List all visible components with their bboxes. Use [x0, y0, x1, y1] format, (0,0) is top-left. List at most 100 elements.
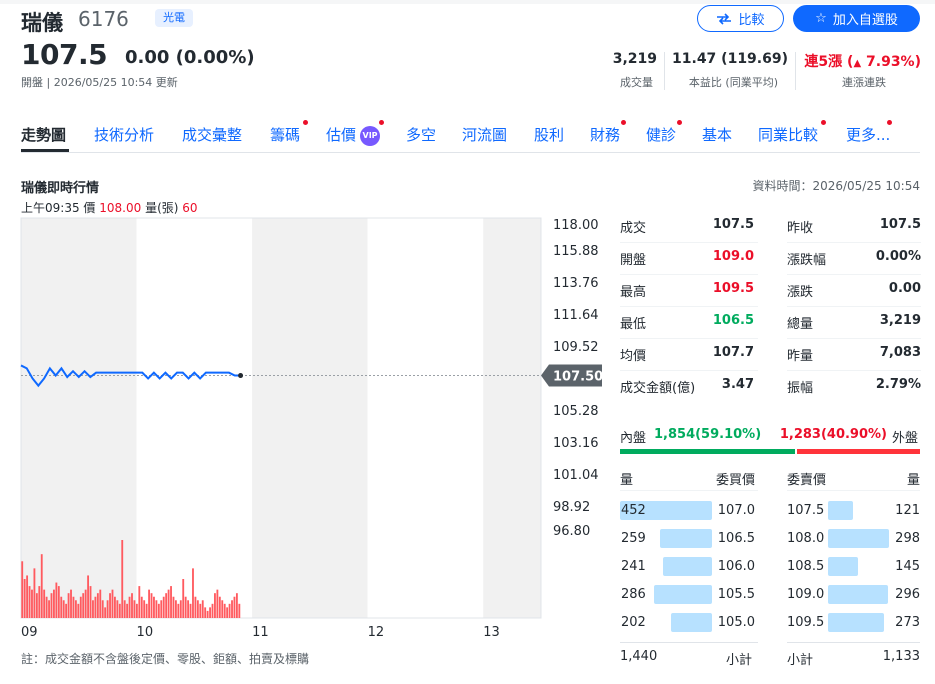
volume-bar — [177, 603, 180, 618]
ask-qty: 273 — [895, 615, 920, 630]
volume-bar — [223, 603, 226, 618]
quote-label: 最低 — [620, 317, 647, 332]
sector-tag[interactable]: 光電 — [155, 9, 193, 27]
volume-bar — [77, 603, 80, 618]
tab-financials[interactable]: 財務 — [590, 120, 646, 152]
tab-basic[interactable]: 基本 — [702, 124, 758, 152]
volume-bar — [135, 603, 138, 618]
volume-bar — [162, 596, 165, 618]
tab-river-chart[interactable]: 河流圖 — [462, 124, 534, 152]
notification-dot — [303, 120, 308, 125]
tab-trend[interactable]: 走勢圖 — [21, 124, 94, 152]
volume-bar — [192, 568, 194, 618]
volume-bar — [201, 600, 204, 618]
volume-bar — [184, 596, 187, 618]
ask-price-header: 委賣價 — [787, 473, 827, 488]
divider — [620, 274, 758, 275]
bid-price: 105.0 — [717, 615, 755, 630]
divider — [787, 370, 921, 371]
quote-value: 2.79% — [875, 377, 921, 392]
streak-days: 連5漲 — [804, 54, 843, 70]
tab-technical[interactable]: 技術分析 — [94, 124, 182, 152]
x-tick-label: 12 — [368, 625, 385, 640]
ask-price: 108.5 — [787, 559, 825, 574]
divider — [620, 306, 758, 307]
ask-total: 1,133 — [882, 649, 920, 664]
quote-label: 最高 — [620, 285, 647, 300]
volume-bar — [206, 610, 209, 618]
notification-dot — [621, 120, 626, 125]
ask-price: 108.0 — [787, 531, 825, 546]
volume-bar — [235, 593, 238, 618]
volume-bar — [145, 603, 148, 618]
quote-value: 106.5 — [712, 313, 754, 328]
up-arrow-icon: ▲ — [853, 58, 862, 69]
ask-price: 107.5 — [787, 503, 825, 518]
volume-bar — [94, 596, 97, 618]
volume-bar — [238, 603, 241, 618]
ask-qty: 296 — [895, 587, 920, 602]
tab-peer-compare[interactable]: 同業比較 — [758, 120, 846, 152]
quote-value: 3.47 — [721, 377, 754, 392]
bid-subtotal-label: 小計 — [726, 653, 753, 668]
tab-peer-compare-label: 同業比較 — [758, 126, 819, 144]
volume-bar — [31, 589, 33, 618]
volume-bar — [82, 593, 85, 618]
y-tick-label: 111.64 — [553, 308, 599, 323]
chart-band — [252, 218, 368, 618]
quote-label: 均價 — [620, 349, 647, 364]
y-tick-label: 103.16 — [553, 436, 599, 451]
chart-band — [483, 218, 541, 618]
volume-bar — [226, 607, 229, 618]
volume-bar — [221, 600, 224, 618]
volume-bar — [84, 589, 87, 618]
ask-qty: 121 — [895, 503, 920, 518]
volume-bar — [92, 600, 94, 618]
ask-volume-bar — [828, 557, 858, 576]
volume-bar — [121, 540, 124, 618]
streak-pct: 7.93% — [866, 54, 915, 70]
tab-chips-label: 籌碼 — [270, 126, 301, 144]
tab-more[interactable]: 更多... — [846, 120, 896, 152]
tab-bull-bear[interactable]: 多空 — [406, 124, 462, 152]
add-watchlist-button[interactable]: ☆ 加入自選股 — [793, 5, 920, 32]
volume-bar — [187, 600, 190, 618]
volume-bar — [204, 607, 207, 618]
divider — [787, 642, 920, 643]
market-status: 開盤 | 2026/05/25 10:54 更新 — [21, 76, 178, 89]
bid-qty: 241 — [621, 559, 646, 574]
x-tick-label: 13 — [483, 625, 500, 640]
volume-bar — [60, 596, 63, 618]
volume-bar — [138, 586, 141, 618]
volume-bar — [214, 593, 216, 618]
volume-bar — [118, 603, 121, 618]
bid-qty-header: 量 — [620, 473, 634, 488]
tab-health[interactable]: 健診 — [646, 120, 702, 152]
add-watchlist-label: 加入自選股 — [832, 13, 898, 28]
streak-label: 連漲連跌 — [842, 76, 886, 89]
footnote: 註：成交金額不含盤後定價、零股、鉅額、拍賣及標購 — [21, 652, 310, 666]
tab-transactions[interactable]: 成交彙整 — [182, 124, 270, 152]
quote-value: 3,219 — [879, 313, 921, 328]
divider — [787, 490, 920, 491]
volume-bar — [128, 596, 131, 618]
divider — [787, 338, 921, 339]
intraday-chart[interactable]: 118.00 115.88 113.76 111.64 109.52 105.28 103.… — [0, 210, 610, 650]
volume-bar — [165, 593, 168, 618]
top-border — [0, 0, 935, 4]
compare-button[interactable]: 比較 — [697, 5, 784, 32]
tab-chips[interactable]: 籌碼 — [270, 120, 326, 152]
current-price-badge-label: 107.50 — [553, 370, 603, 385]
volume-bar — [35, 593, 38, 618]
notification-dot — [677, 120, 682, 125]
volume-bar — [167, 589, 170, 618]
y-tick-label: 101.04 — [553, 468, 599, 483]
stock-code: 6176 — [78, 7, 129, 31]
volume-bar — [28, 586, 31, 618]
volume-bar — [228, 603, 231, 618]
tab-dividends[interactable]: 股利 — [534, 124, 590, 152]
bid-total: 1,440 — [620, 649, 658, 664]
inner-ratio-bar — [620, 449, 795, 454]
pe-ratio-value: 11.47 (119.69) — [672, 51, 788, 67]
tab-valuation[interactable]: 估價 VIP — [326, 120, 406, 152]
